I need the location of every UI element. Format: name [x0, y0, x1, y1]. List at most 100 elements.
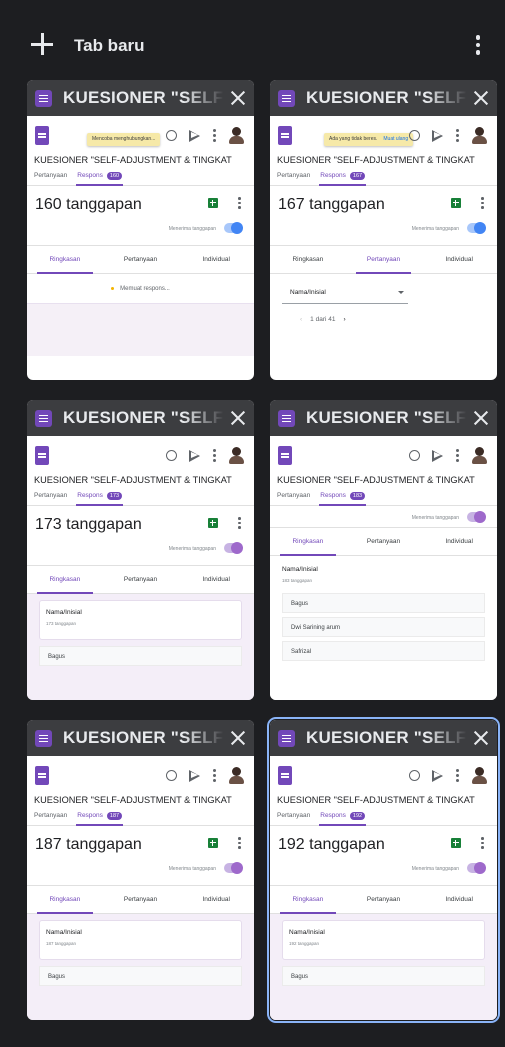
accepting-label: Menerima tanggapan: [411, 226, 459, 232]
responses-header: Menerima tanggapan: [270, 506, 497, 528]
close-tab-icon[interactable]: [473, 90, 489, 106]
subtab-question: Pertanyaan: [123, 255, 158, 263]
subtab-individual: Individual: [202, 255, 230, 263]
question-pager: ‹ 1 dari 41 ›: [300, 316, 346, 323]
tab-responses: Respons 183: [319, 486, 366, 506]
palette-icon: [409, 770, 420, 781]
subtab-individual: Individual: [445, 537, 473, 545]
pager-text: 1 dari 41: [310, 316, 336, 323]
form-tabs: Pertanyaan Respons 192: [270, 806, 497, 826]
responses-badge: 160: [106, 171, 123, 180]
tab-questions: Pertanyaan: [277, 812, 311, 819]
question-title: Nama/Inisial: [46, 929, 82, 936]
form-title: KUESIONER "SELF-ADJUSTMENT & TINGKAT: [34, 155, 232, 165]
new-tab-plus-icon[interactable]: [31, 33, 53, 55]
forms-logo-icon: [278, 766, 292, 785]
send-icon: [432, 769, 443, 782]
tab-preview: KUESIONER "SELF-ADJUSTMENT & TINGKAT Per…: [27, 756, 254, 1020]
responses-badge: 173: [106, 491, 123, 500]
subtab-question: Pertanyaan: [123, 895, 158, 903]
close-tab-icon[interactable]: [230, 90, 246, 106]
more-vert-icon: [456, 129, 459, 142]
tab-preview: Mencoba menghubungkan... KUESIONER "SELF…: [27, 116, 254, 380]
avatar: [229, 447, 244, 464]
avatar: [229, 127, 244, 144]
close-tab-icon[interactable]: [473, 410, 489, 426]
tab-header: KUESIONER "SELF: [270, 400, 497, 436]
answer-item: Bagus: [39, 966, 242, 986]
sheets-icon: [451, 838, 461, 848]
form-title: KUESIONER "SELF-ADJUSTMENT & TINGKAT: [277, 795, 475, 805]
responses-header: 187 tanggapan Menerima tanggapan: [27, 826, 254, 886]
subtab-summary: Ringkasan: [27, 886, 103, 914]
tab-preview: KUESIONER "SELF-ADJUSTMENT & TINGKAT Per…: [27, 436, 254, 700]
form-title: KUESIONER "SELF-ADJUSTMENT & TINGKAT: [34, 795, 232, 805]
accepting-toggle: [467, 222, 486, 234]
send-icon: [189, 129, 200, 142]
tab-card-4[interactable]: KUESIONER "SELF KUESIONER "SELF-ADJUSTME…: [270, 400, 497, 700]
close-tab-icon[interactable]: [230, 730, 246, 746]
tab-questions: Pertanyaan: [34, 812, 68, 819]
tab-card-5[interactable]: KUESIONER "SELF KUESIONER "SELF-ADJUSTME…: [27, 720, 254, 1020]
tab-header: KUESIONER "SELF: [27, 400, 254, 436]
responses-badge: 187: [106, 811, 123, 820]
subtab-question: Pertanyaan: [123, 575, 158, 583]
accepting-toggle: [467, 511, 486, 523]
summary-area: Nama/Inisial 192 tanggapan Bagus: [270, 914, 497, 1020]
google-forms-favicon-icon: [35, 89, 52, 107]
palette-icon: [166, 450, 177, 461]
responses-badge: 167: [349, 171, 366, 180]
tab-card-3[interactable]: KUESIONER "SELF KUESIONER "SELF-ADJUSTME…: [27, 400, 254, 700]
tab-card-1[interactable]: KUESIONER "SELF Mencoba menghubungkan...…: [27, 80, 254, 380]
response-count: 187 tanggapan: [35, 836, 142, 853]
subtab-summary: Ringkasan: [27, 246, 103, 274]
responses-badge: 183: [349, 491, 366, 500]
palette-icon: [166, 130, 177, 141]
question-card: Nama/Inisial 187 tanggapan: [39, 920, 242, 960]
forms-toolbar: Ada yang tidak beres. Muat ulang: [270, 116, 497, 152]
responses-header: 173 tanggapan Menerima tanggapan: [27, 506, 254, 566]
accepting-label: Menerima tanggapan: [168, 226, 216, 232]
google-forms-favicon-icon: [278, 409, 295, 427]
response-subtabs: Ringkasan Pertanyaan Individual: [27, 566, 254, 594]
responses-header: 192 tanggapan Menerima tanggapan: [270, 826, 497, 886]
tab-questions: Pertanyaan: [34, 172, 68, 179]
responses-badge: 192: [349, 811, 366, 820]
subtab-question: Pertanyaan: [366, 895, 401, 903]
tab-title: KUESIONER "SELF: [306, 728, 467, 747]
new-tab-button[interactable]: Tab baru: [74, 36, 145, 56]
more-vert-icon: [213, 129, 216, 142]
more-vert-icon: [238, 837, 241, 849]
subtab-individual: Individual: [445, 895, 473, 903]
form-title: KUESIONER "SELF-ADJUSTMENT & TINGKAT: [277, 475, 475, 485]
question-view: Nama/Inisial ‹ 1 dari 41 ›: [270, 274, 497, 356]
forms-toolbar: [27, 436, 254, 472]
summary-area: Nama/Inisial 183 tanggapan Bagus Dwi Sar…: [270, 556, 497, 700]
tab-preview: KUESIONER "SELF-ADJUSTMENT & TINGKAT Per…: [270, 436, 497, 700]
tab-title: KUESIONER "SELF: [63, 728, 224, 747]
subtab-summary: Ringkasan: [270, 528, 346, 556]
more-options-icon[interactable]: [474, 35, 482, 57]
connection-toast: Mencoba menghubungkan...: [87, 133, 161, 146]
answer-item: Dwi Sarining arum: [282, 617, 485, 637]
response-subtabs: Ringkasan Pertanyaan Individual: [27, 886, 254, 914]
tab-card-2[interactable]: KUESIONER "SELF Ada yang tidak beres. Mua…: [270, 80, 497, 380]
tab-title: KUESIONER "SELF: [306, 88, 467, 107]
tab-card-6-selected[interactable]: KUESIONER "SELF KUESIONER "SELF-ADJUSTME…: [267, 717, 500, 1023]
forms-logo-icon: [35, 126, 49, 145]
tab-responses: Respons 173: [76, 486, 123, 506]
question-card: Nama/Inisial 173 tanggapan: [39, 600, 242, 640]
sheets-icon: [451, 198, 461, 208]
more-vert-icon: [481, 837, 484, 849]
question-response-count: 187 tanggapan: [46, 941, 77, 946]
close-tab-icon[interactable]: [473, 730, 489, 746]
question-select: Nama/Inisial: [282, 286, 408, 304]
google-forms-favicon-icon: [35, 729, 52, 747]
google-forms-favicon-icon: [278, 729, 295, 747]
close-tab-icon[interactable]: [230, 410, 246, 426]
accepting-label: Menerima tanggapan: [168, 546, 216, 552]
more-vert-icon: [238, 197, 241, 209]
answer-item: Bagus: [282, 966, 485, 986]
forms-logo-icon: [278, 126, 292, 145]
summary-area: Nama/Inisial 187 tanggapan Bagus: [27, 914, 254, 1020]
